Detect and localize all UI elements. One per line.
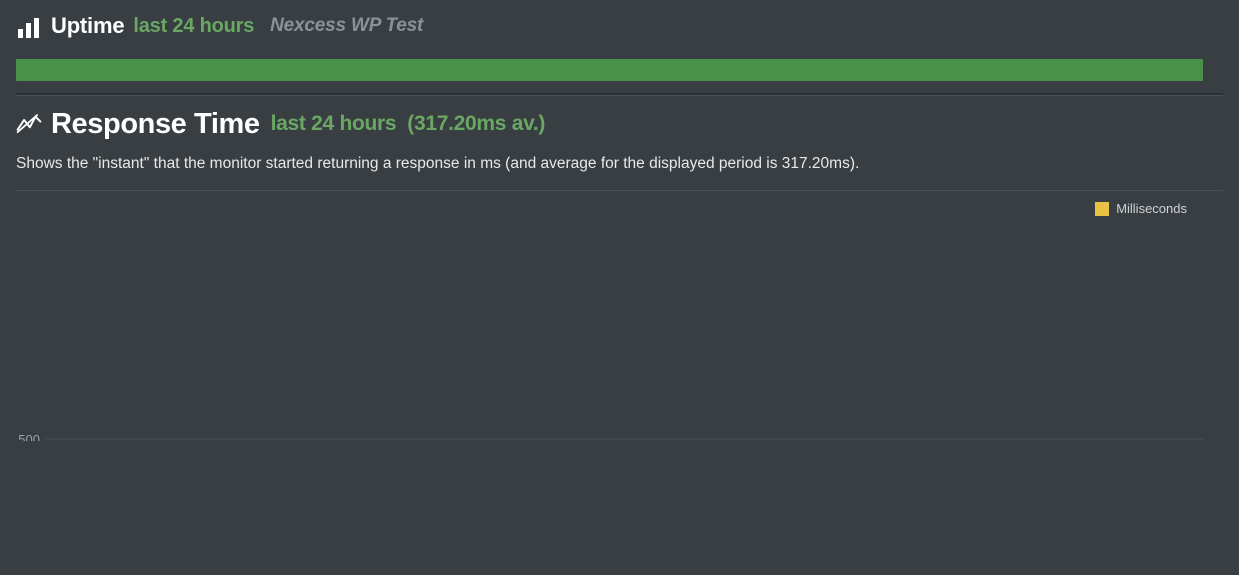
y-axis-tick-label: 500 — [18, 432, 40, 441]
response-time-chart: Milliseconds 010020030040050018:0020:002… — [0, 191, 1239, 441]
response-time-section-header: Response Time last 24 hours (317.20ms av… — [0, 96, 1239, 152]
chart-plot-area: 010020030040050018:0020:0022:0000:0002:0… — [18, 432, 1203, 441]
monitor-name: Nexcess WP Test — [270, 15, 424, 36]
uptime-period: last 24 hours — [133, 14, 255, 37]
line-chart-icon — [16, 111, 42, 137]
response-time-title: Response Time — [51, 107, 260, 140]
response-time-period: last 24 hours — [270, 112, 397, 135]
response-time-average: (317.20ms av.) — [407, 112, 546, 135]
uptime-title: Uptime — [51, 13, 125, 38]
response-time-description: Shows the "instant" that the monitor sta… — [16, 155, 860, 172]
uptime-bar[interactable] — [16, 59, 1203, 81]
uptime-bar-container — [0, 52, 1239, 81]
uptime-section-header: Uptime last 24 hours Nexcess WP Test — [0, 0, 1239, 52]
bar-chart-icon — [16, 13, 42, 39]
